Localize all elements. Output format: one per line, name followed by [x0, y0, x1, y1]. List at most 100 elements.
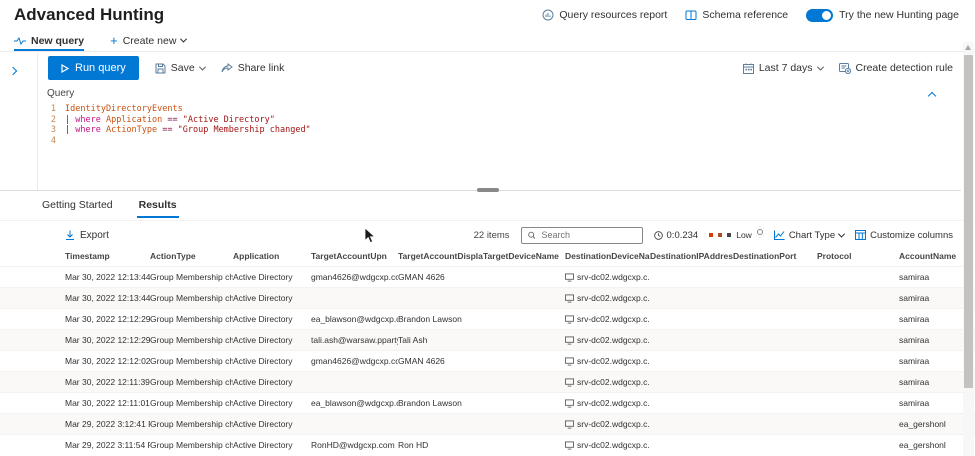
run-query-button[interactable]: Run query: [48, 56, 139, 80]
cell-destination-device-name[interactable]: srv-dc02.wdgcxp.c...: [565, 272, 650, 282]
chart-type-dropdown[interactable]: Chart Type: [773, 230, 846, 241]
query-duration: 0:0.234: [653, 230, 698, 241]
scrollbar-thumb[interactable]: [964, 55, 973, 388]
vertical-scrollbar[interactable]: [963, 42, 974, 456]
tab-new-query[interactable]: New query: [14, 30, 85, 51]
cell-application: Active Directory: [233, 272, 293, 282]
table-row[interactable]: Mar 30, 2022 12:12:02 PM Group Membershi…: [0, 350, 975, 371]
column-header[interactable]: TargetDeviceName: [483, 251, 565, 261]
cell-destination-device-name[interactable]: srv-dc02.wdgcxp.c...: [565, 356, 650, 366]
time-range-dropdown[interactable]: Last 7 days: [742, 62, 824, 74]
page-title: Advanced Hunting: [14, 5, 165, 24]
cell-action-type: Group Membership cha...: [150, 440, 233, 450]
table-row[interactable]: Mar 29, 2022 3:11:54 PM Group Membership…: [0, 434, 975, 455]
table-row[interactable]: Mar 30, 2022 12:13:44 PM Group Membershi…: [0, 287, 975, 308]
cell-target-account-upn: gman4626@wdgcxp.com: [311, 272, 398, 282]
expand-panel-chevron[interactable]: [8, 66, 18, 76]
items-count: 22 items: [473, 229, 510, 241]
cell-timestamp: Mar 30, 2022 12:12:02 PM: [65, 356, 150, 366]
query-icon: [14, 36, 26, 45]
search-box[interactable]: [520, 226, 643, 244]
tab-results[interactable]: Results: [136, 199, 179, 220]
chevron-down-icon: [198, 63, 206, 71]
export-button[interactable]: Export: [65, 230, 109, 241]
new-hunting-page-toggle[interactable]: [806, 8, 834, 22]
cell-destination-device-name[interactable]: srv-dc02.wdgcxp.c...: [565, 314, 650, 324]
share-link-button[interactable]: Share link: [221, 62, 285, 74]
left-rail: [0, 53, 38, 190]
column-headers: Timestamp ActionType Application TargetAcco…: [0, 246, 975, 266]
save-label: Save: [170, 62, 195, 74]
column-header[interactable]: TargetAccountUpn: [311, 251, 398, 261]
query-code-editor[interactable]: 1234 IdentityDirectoryEvents | where App…: [39, 104, 961, 146]
export-icon: [66, 230, 74, 240]
collapse-query-chevron[interactable]: [927, 91, 937, 101]
cell-timestamp: Mar 29, 2022 3:12:41 PM: [65, 419, 150, 429]
cell-destination-device-name[interactable]: srv-dc02.wdgcxp.c...: [565, 398, 650, 408]
table-row[interactable]: Mar 29, 2022 3:12:41 PM Group Membership…: [0, 413, 975, 434]
chevron-down-icon: [816, 63, 824, 71]
info-icon[interactable]: [756, 229, 763, 235]
cell-destination-device-name[interactable]: srv-dc02.wdgcxp.c...: [565, 293, 650, 303]
query-panel-label: Query: [47, 88, 75, 99]
scroll-up-arrow[interactable]: [965, 45, 971, 50]
search-input[interactable]: [539, 229, 636, 241]
destination-device-name-text: srv-dc02.wdgcxp.c...: [577, 356, 650, 366]
create-new-label: Create new: [122, 34, 177, 47]
table-row[interactable]: Mar 30, 2022 12:11:01 PM Group Membershi…: [0, 392, 975, 413]
cell-destination-device-name[interactable]: srv-dc02.wdgcxp.c...: [565, 335, 650, 345]
cell-target-account-upn: tali.ash@warsaw.ppartyk...: [311, 335, 398, 345]
column-header[interactable]: Application: [233, 251, 311, 261]
column-header[interactable]: Timestamp: [65, 251, 150, 261]
table-row[interactable]: Mar 30, 2022 12:12:29 PM Group Membershi…: [0, 329, 975, 350]
table-row[interactable]: Mar 30, 2022 12:13:44 PM Group Membershi…: [0, 266, 975, 287]
usage-square: [709, 233, 714, 237]
destination-device-name-text: srv-dc02.wdgcxp.c...: [577, 314, 650, 324]
table-row[interactable]: Mar 30, 2022 12:12:29 PM Group Membershi…: [0, 308, 975, 329]
create-detection-rule-button[interactable]: Create detection rule: [838, 62, 953, 74]
device-icon: [565, 293, 574, 303]
cell-destination-device-name[interactable]: srv-dc02.wdgcxp.c...: [565, 377, 650, 387]
column-header[interactable]: Protocol: [817, 251, 899, 261]
cell-destination-device-name[interactable]: srv-dc02.wdgcxp.c...: [565, 440, 650, 450]
query-tab-bar: New query + Create new: [0, 30, 975, 52]
create-detection-rule-label: Create detection rule: [855, 62, 953, 74]
resource-usage-label: Low: [736, 230, 752, 240]
line-numbers: 1234: [50, 104, 56, 146]
cell-application: Active Directory: [233, 314, 293, 324]
chart-icon: [773, 230, 785, 240]
cell-target-account-upn: ea_blawson@wdgcxp.co...: [311, 398, 398, 408]
cell-target-account-upn: gman4626@wdgcxp.com: [311, 356, 398, 366]
page-header: Advanced Hunting Query resources report …: [0, 0, 975, 30]
create-new-button[interactable]: + Create new: [110, 30, 188, 51]
device-icon: [565, 398, 574, 408]
cell-destination-device-name[interactable]: srv-dc02.wdgcxp.c...: [565, 419, 650, 429]
table-row[interactable]: Mar 30, 2022 12:11:39 PM Group Membershi…: [0, 371, 975, 392]
column-header[interactable]: DestinationIPAddress: [650, 251, 733, 261]
results-toolbar: Export 22 items 0:0.234 Low: [0, 221, 975, 246]
cell-timestamp: Mar 30, 2022 12:13:44 PM: [65, 272, 150, 282]
query-line: IdentityDirectoryEvents: [65, 104, 183, 114]
chevron-down-icon: [180, 35, 188, 43]
column-header[interactable]: DestinationDeviceName: [565, 251, 650, 261]
cell-timestamp: Mar 30, 2022 12:11:39 PM: [65, 377, 150, 387]
report-icon: [542, 9, 554, 21]
customize-columns-button[interactable]: Customize columns: [855, 230, 953, 241]
schema-reference-label: Schema reference: [702, 9, 789, 21]
cell-application: Active Directory: [233, 377, 293, 387]
column-header[interactable]: TargetAccountDisplayName: [398, 251, 483, 261]
query-resources-report-button[interactable]: Query resources report: [542, 9, 667, 21]
cell-target-account-display-name: Tali Ash: [398, 335, 428, 345]
share-link-label: Share link: [237, 62, 285, 74]
command-bar: Run query Save Share link Last 7 days Cr…: [48, 55, 953, 81]
cell-action-type: Group Membership cha...: [150, 398, 233, 408]
column-header[interactable]: DestinationPort: [733, 251, 817, 261]
destination-device-name-text: srv-dc02.wdgcxp.c...: [577, 293, 650, 303]
save-button[interactable]: Save: [155, 62, 206, 74]
destination-device-name-text: srv-dc02.wdgcxp.c...: [577, 419, 650, 429]
tab-getting-started[interactable]: Getting Started: [42, 199, 113, 220]
device-icon: [565, 356, 574, 366]
schema-reference-button[interactable]: Schema reference: [685, 9, 788, 21]
cell-timestamp: Mar 30, 2022 12:12:29 PM: [65, 335, 150, 345]
column-header[interactable]: ActionType: [150, 251, 233, 261]
